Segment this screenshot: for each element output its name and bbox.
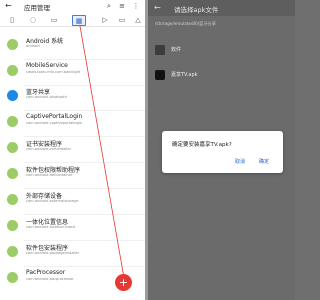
category-tabs: ▯ ◌ ▭ ▦ ▷ ▭ △	[0, 14, 145, 27]
item-name: 软件	[171, 47, 182, 53]
android-app-icon	[7, 116, 18, 127]
current-path: /storage/emulated/0/蓝牙分享	[155, 21, 216, 26]
app-row[interactable]: 外部存储设备 com.android.externalstorage	[0, 191, 145, 215]
dialog-message: 确定要安装嘉享TV.apk?	[172, 142, 232, 148]
app-manager-panel: ← 应用管理 ⌕ ≡ ⋮ ▯ ◌ ▭ ▦ ▷ ▭ △ Android 系统 an…	[0, 0, 145, 300]
row-divider	[24, 162, 145, 163]
android-app-icon	[7, 194, 18, 205]
app-package: com.android.defcontainer	[26, 173, 73, 177]
android-app-icon	[7, 65, 18, 76]
app-package: com.android.captiveportallogin	[26, 121, 83, 125]
tab-grid-icon[interactable]: ▦	[72, 15, 86, 26]
app-package: com.android.bluetooth	[26, 95, 67, 99]
cancel-button[interactable]: 取消	[235, 158, 245, 165]
app-row[interactable]: 软件包权限帮助程序 com.android.defcontainer	[0, 165, 145, 189]
back-arrow-icon[interactable]: ←	[5, 2, 13, 10]
app-package: cases.tools.mtv.com.backlight	[26, 70, 81, 74]
app-name: MobileService	[26, 62, 68, 69]
android-app-icon	[7, 272, 18, 283]
android-app-icon	[7, 168, 18, 179]
app-row[interactable]: CaptivePortalLogin com.android.captivepo…	[0, 113, 145, 137]
app-name: PacProcessor	[26, 269, 66, 276]
bluetooth-app-icon	[7, 90, 18, 101]
add-fab-button[interactable]: +	[115, 274, 132, 291]
android-app-icon	[7, 39, 18, 50]
app-row[interactable]: MobileService cases.tools.mtv.com.backli…	[0, 62, 145, 86]
row-divider	[24, 85, 145, 86]
app-row[interactable]: 蓝牙共享 com.android.bluetooth	[0, 87, 145, 111]
folder-item[interactable]: 软件	[155, 43, 285, 57]
app-package: com.android.pacprocessor	[26, 277, 74, 281]
confirm-button[interactable]: 确定	[259, 158, 269, 165]
app-package: com.android.location.fused	[26, 225, 75, 229]
row-divider	[24, 59, 145, 60]
apk-app-icon	[155, 70, 165, 80]
app-package: com.android.externalstorage	[26, 199, 79, 203]
tab-play-icon[interactable]: ▷	[98, 15, 112, 26]
row-divider	[24, 110, 145, 111]
app-package: com.android.packageinstaller	[26, 251, 80, 255]
row-divider	[24, 214, 145, 215]
app-row[interactable]: 一体化位置信息 com.android.location.fused	[0, 217, 145, 241]
search-icon[interactable]: ⌕	[105, 2, 113, 10]
tab-folder-icon[interactable]: ▭	[47, 15, 61, 26]
screen: ← 应用管理 ⌕ ≡ ⋮ ▯ ◌ ▭ ▦ ▷ ▭ △ Android 系统 an…	[0, 0, 295, 300]
apk-item[interactable]: 嘉享TV.apk	[155, 68, 285, 82]
row-divider	[24, 188, 145, 189]
android-app-icon	[7, 246, 18, 257]
app-name: CaptivePortalLogin	[26, 113, 83, 120]
back-arrow-icon[interactable]: ←	[154, 3, 161, 12]
android-app-icon	[7, 220, 18, 231]
tab-android-icon[interactable]: ◌	[26, 15, 40, 26]
app-package: com.android.certinstaller	[26, 147, 72, 151]
item-name: 嘉享TV.apk	[171, 72, 198, 78]
file-picker-toolbar: ← 请选择apk文件	[148, 0, 295, 16]
row-divider	[24, 266, 145, 267]
app-row[interactable]: 证书安装程序 com.android.certinstaller	[0, 139, 145, 163]
app-package: android	[26, 44, 40, 48]
row-divider	[24, 136, 145, 137]
app-row[interactable]: 软件包安装程序 com.android.packageinstaller	[0, 243, 145, 267]
row-divider	[24, 240, 145, 241]
app-row[interactable]: Android 系统 android	[0, 36, 145, 60]
file-picker-title: 请选择apk文件	[174, 6, 219, 14]
more-options-icon[interactable]: ⋮	[132, 2, 140, 10]
tab-folder-outline-icon[interactable]: ▭	[115, 15, 129, 26]
app-manager-toolbar: ← 应用管理 ⌕ ≡ ⋮	[0, 0, 145, 13]
install-confirm-dialog: 确定要安装嘉享TV.apk? 取消 确定	[162, 131, 283, 173]
tab-phone-icon[interactable]: ▯	[5, 15, 19, 26]
page-title: 应用管理	[24, 4, 50, 12]
filter-icon[interactable]: ≡	[118, 2, 126, 10]
tab-warning-icon[interactable]: △	[131, 15, 145, 26]
folder-icon	[155, 45, 165, 55]
android-app-icon	[7, 142, 18, 153]
